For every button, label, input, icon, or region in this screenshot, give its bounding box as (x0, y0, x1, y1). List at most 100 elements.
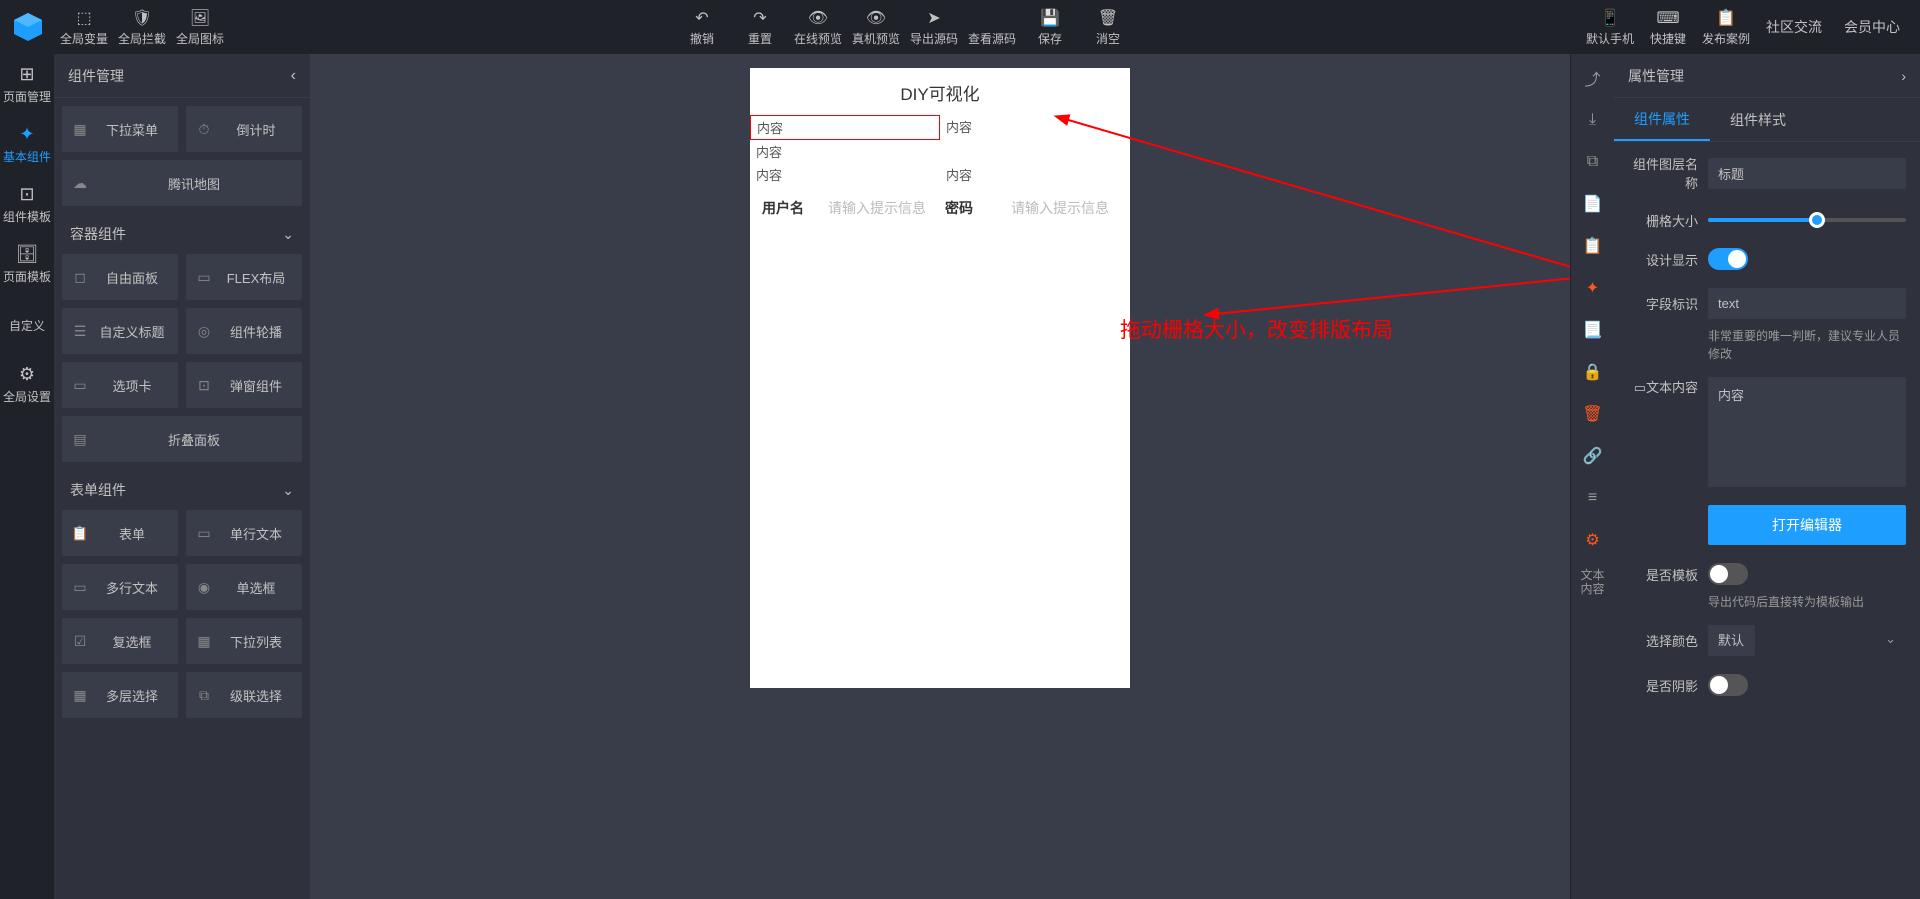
toolbar-right-1-icon: ⌨ (1658, 8, 1678, 28)
toolbar-center-1[interactable]: ↷重置 (732, 0, 788, 54)
toolbar-link-0[interactable]: 社区交流 (1756, 0, 1832, 54)
component-item[interactable]: ▦多层选择 (62, 672, 178, 718)
nav-5[interactable]: ⚙全局设置 (0, 354, 54, 414)
component-item[interactable]: ▭多行文本 (62, 564, 178, 610)
label-design-show: 设计显示 (1628, 250, 1698, 269)
toolbar-left-1[interactable]: 🛡全局拦截 (114, 0, 170, 54)
component-item[interactable]: ⊡弹窗组件 (186, 362, 302, 408)
collapse-left-icon[interactable]: ‹ (291, 67, 296, 85)
canvas-area: DIY可视化 内容 内容 内容 内容 内容 用户名 请输入提示信息 密码 请输入… (310, 54, 1570, 899)
input-layer-name[interactable] (1708, 158, 1906, 189)
component-icon: ▭ (196, 525, 212, 541)
label-layer-name: 组件图层名称 (1628, 154, 1698, 192)
right-tool-7[interactable]: 🔒 (1577, 354, 1609, 390)
textarea-text-content[interactable] (1708, 377, 1906, 487)
property-tabs: 组件属性 组件样式 (1614, 98, 1920, 142)
toolbar-center-7[interactable]: 🗑消空 (1080, 0, 1136, 54)
component-item[interactable]: ⏱倒计时 (186, 106, 302, 152)
component-icon: ☁ (72, 175, 88, 191)
toolbar-center-0[interactable]: ↶撤销 (674, 0, 730, 54)
toggle-is-template[interactable] (1708, 563, 1748, 585)
component-item[interactable]: ▭选项卡 (62, 362, 178, 408)
right-tool-1[interactable]: ⤓ (1577, 102, 1609, 138)
open-editor-button[interactable]: 打开编辑器 (1708, 505, 1906, 545)
right-tool-0[interactable]: ⤴ (1577, 60, 1609, 96)
component-item[interactable]: ▦下拉列表 (186, 618, 302, 664)
component-icon: 📋 (72, 525, 88, 541)
component-item[interactable]: ☁腾讯地图 (62, 160, 302, 206)
component-item[interactable]: ☑复选框 (62, 618, 178, 664)
right-tool-6[interactable]: 📃 (1577, 312, 1609, 348)
component-item[interactable]: ⧉级联选择 (186, 672, 302, 718)
component-item[interactable]: ▤折叠面板 (62, 416, 302, 462)
toolbar-right-0[interactable]: 📱默认手机 (1582, 0, 1638, 54)
toolbar-center-6[interactable]: 💾保存 (1022, 0, 1078, 54)
field-label-password: 密码 (945, 198, 1001, 218)
phone-title: DIY可视化 (750, 68, 1130, 115)
field-input-username[interactable]: 请输入提示信息 (828, 198, 935, 218)
right-tool-5[interactable]: ✦ (1577, 270, 1609, 306)
grid-cell-selected[interactable]: 内容 (750, 115, 940, 140)
expand-right-icon[interactable]: › (1901, 68, 1906, 84)
right-tool-12[interactable]: 文本 内容 (1577, 564, 1609, 600)
form-row: 用户名 请输入提示信息 密码 请输入提示信息 (750, 192, 1130, 224)
toolbar-right-2[interactable]: 📋发布案例 (1698, 0, 1754, 54)
right-tool-11[interactable]: ⚙ (1577, 522, 1609, 558)
toggle-shadow[interactable] (1708, 674, 1748, 696)
help-field-id: 非常重要的唯一判断，建议专业人员修改 (1708, 327, 1906, 363)
right-tools: ⤴ ⤓ ⧉ 📄 📋 ✦ 📃 🔒 🗑 🔗 ≡ ⚙ 文本 内容 (1570, 54, 1614, 899)
nav-2-icon: ⊡ (19, 184, 34, 205)
toolbar-center-3[interactable]: 👁真机预览 (848, 0, 904, 54)
component-item[interactable]: ◎组件轮播 (186, 308, 302, 354)
group-header-container[interactable]: 容器组件⌄ (62, 214, 302, 254)
toolbar-right-1[interactable]: ⌨快捷键 (1640, 0, 1696, 54)
toolbar-left-0-icon: ⬚ (74, 8, 94, 28)
tab-component-styles[interactable]: 组件样式 (1710, 98, 1806, 141)
nav-0[interactable]: ⊞页面管理 (0, 54, 54, 114)
chevron-down-icon: ⌄ (282, 482, 294, 499)
toolbar-center-4[interactable]: ➤导出源码 (906, 0, 962, 54)
toolbar-center-4-icon: ➤ (924, 8, 944, 28)
component-item[interactable]: 📋表单 (62, 510, 178, 556)
nav-1[interactable]: ✦基本组件 (0, 114, 54, 174)
field-input-password[interactable]: 请输入提示信息 (1011, 198, 1118, 218)
right-tool-10[interactable]: ≡ (1577, 480, 1609, 516)
right-tool-4[interactable]: 📋 (1577, 228, 1609, 264)
property-panel-header: 属性管理 › (1614, 54, 1920, 98)
grid-cell[interactable]: 内容 (750, 140, 940, 163)
component-item[interactable]: ◻自由面板 (62, 254, 178, 300)
grid-cell[interactable]: 内容 (750, 163, 940, 186)
nav-5-icon: ⚙ (19, 364, 35, 385)
group-header-form[interactable]: 表单组件⌄ (62, 470, 302, 510)
slider-grid-size[interactable] (1708, 210, 1906, 230)
grid-cell[interactable]: 内容 (940, 163, 978, 186)
nav-2[interactable]: ⊡组件模板 (0, 174, 54, 234)
component-icon: ▭ (72, 579, 88, 595)
toolbar-center-5[interactable]: 查看源码 (964, 0, 1020, 54)
component-item[interactable]: ☰自定义标题 (62, 308, 178, 354)
left-nav: ⊞页面管理✦基本组件⊡组件模板🗄页面模板自定义⚙全局设置 (0, 54, 54, 899)
logo (10, 9, 46, 45)
right-tool-3[interactable]: 📄 (1577, 186, 1609, 222)
toolbar-left-2[interactable]: 🖼全局图标 (172, 0, 228, 54)
toolbar-center-2[interactable]: 👁在线预览 (790, 0, 846, 54)
component-item[interactable]: ▭单行文本 (186, 510, 302, 556)
toolbar-link-1[interactable]: 会员中心 (1834, 0, 1910, 54)
component-item[interactable]: ◉单选框 (186, 564, 302, 610)
toggle-design-show[interactable] (1708, 248, 1748, 270)
select-color[interactable]: 默认 (1708, 625, 1755, 656)
right-tool-9[interactable]: 🔗 (1577, 438, 1609, 474)
nav-3-icon: 🗄 (16, 244, 39, 265)
nav-3[interactable]: 🗄页面模板 (0, 234, 54, 294)
right-tool-2[interactable]: ⧉ (1577, 144, 1609, 180)
right-tool-8[interactable]: 🗑 (1577, 396, 1609, 432)
nav-4[interactable]: 自定义 (0, 294, 54, 354)
component-item[interactable]: ▦下拉菜单 (62, 106, 178, 152)
toolbar-left-0[interactable]: ⬚全局变量 (56, 0, 112, 54)
label-field-id: 字段标识 (1628, 294, 1698, 313)
input-field-id[interactable] (1708, 288, 1906, 319)
tab-component-props[interactable]: 组件属性 (1614, 98, 1710, 141)
grid-cell[interactable]: 内容 (940, 115, 978, 140)
toolbar-center-2-icon: 👁 (808, 8, 828, 28)
component-item[interactable]: ▭FLEX布局 (186, 254, 302, 300)
